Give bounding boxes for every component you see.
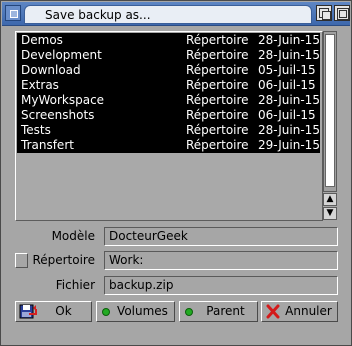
file-type: Répertoire (186, 123, 249, 137)
volumes-led-icon (102, 308, 110, 316)
file-name: MyWorkspace (21, 93, 105, 107)
title-bar[interactable]: Save backup as... (2, 2, 350, 26)
file-date: 28-Juin-15 (258, 123, 320, 137)
file-list-rows: Demos Répertoire 28-Juin-15 Development Rép… (17, 33, 320, 153)
window-title: Save backup as... (45, 8, 151, 22)
file-type: Répertoire (186, 48, 249, 62)
file-name: Transfert (21, 138, 74, 152)
file-type: Répertoire (186, 93, 249, 107)
parent-led-icon (185, 308, 193, 316)
file-row[interactable]: Demos Répertoire 28-Juin-15 (17, 33, 320, 48)
file-type: Répertoire (186, 108, 249, 122)
file-type: Répertoire (186, 33, 249, 47)
ok-button[interactable]: Ok (15, 301, 92, 322)
file-row[interactable]: Transfert Répertoire 29-Juin-15 (17, 138, 320, 153)
scrollbar-track[interactable] (323, 31, 337, 192)
close-button[interactable] (5, 5, 21, 21)
file-name: Download (21, 63, 81, 77)
file-row[interactable]: MyWorkspace Répertoire 28-Juin-15 (17, 93, 320, 108)
volumes-button[interactable]: Volumes (96, 301, 175, 322)
volumes-label: Volumes (117, 304, 168, 318)
save-dialog-window: Save backup as... Demos Répertoire 28-Juin… (0, 0, 352, 346)
model-field[interactable]: DocteurGeek (104, 227, 338, 246)
file-name: Tests (21, 123, 51, 137)
scrollbar-thumb[interactable] (325, 34, 335, 187)
file-name: Demos (21, 33, 63, 47)
title-tab: Save backup as... (24, 5, 312, 24)
file-date: 28-Juin-15 (258, 48, 320, 62)
file-name: Extras (21, 78, 59, 92)
cross-icon (266, 304, 280, 319)
file-date: 29-Juin-15 (258, 138, 320, 152)
file-row[interactable]: Tests Répertoire 28-Juin-15 (17, 123, 320, 138)
cancel-label: Annuler (285, 304, 332, 318)
directory-label: Répertoire (32, 253, 95, 267)
directory-field[interactable]: Work: (104, 251, 338, 270)
file-date: 06-Juil-15 (258, 78, 316, 92)
disk-save-icon (19, 304, 37, 319)
parent-label: Parent (206, 304, 245, 318)
file-name-field[interactable]: backup.zip (104, 276, 338, 295)
ok-label: Ok (55, 304, 72, 318)
file-row[interactable]: Extras Répertoire 06-Juil-15 (17, 78, 320, 93)
zoom-button[interactable] (316, 5, 332, 21)
model-label: Modèle (51, 229, 95, 243)
file-type: Répertoire (186, 63, 249, 77)
file-type: Répertoire (186, 78, 249, 92)
file-list[interactable]: Demos Répertoire 28-Juin-15 Development Rép… (15, 31, 323, 221)
scroll-down-button[interactable]: ▼ (323, 207, 337, 220)
file-row[interactable]: Screenshots Répertoire 06-Juil-15 (17, 108, 320, 123)
file-row[interactable]: Download Répertoire 05-Juil-15 (17, 63, 320, 78)
file-name: Development (21, 48, 102, 62)
file-date: 28-Juin-15 (258, 93, 320, 107)
parent-button[interactable]: Parent (179, 301, 258, 322)
file-name: Screenshots (21, 108, 95, 122)
scroll-up-button[interactable]: ▲ (323, 193, 337, 206)
depth-button[interactable] (334, 5, 350, 21)
file-date: 05-Juil-15 (258, 63, 316, 77)
file-row[interactable]: Development Répertoire 28-Juin-15 (17, 48, 320, 63)
file-date: 28-Juin-15 (258, 33, 320, 47)
file-date: 06-Juil-15 (258, 108, 316, 122)
file-label: Fichier (55, 278, 95, 292)
cancel-button[interactable]: Annuler (261, 301, 338, 322)
file-type: Répertoire (186, 138, 249, 152)
